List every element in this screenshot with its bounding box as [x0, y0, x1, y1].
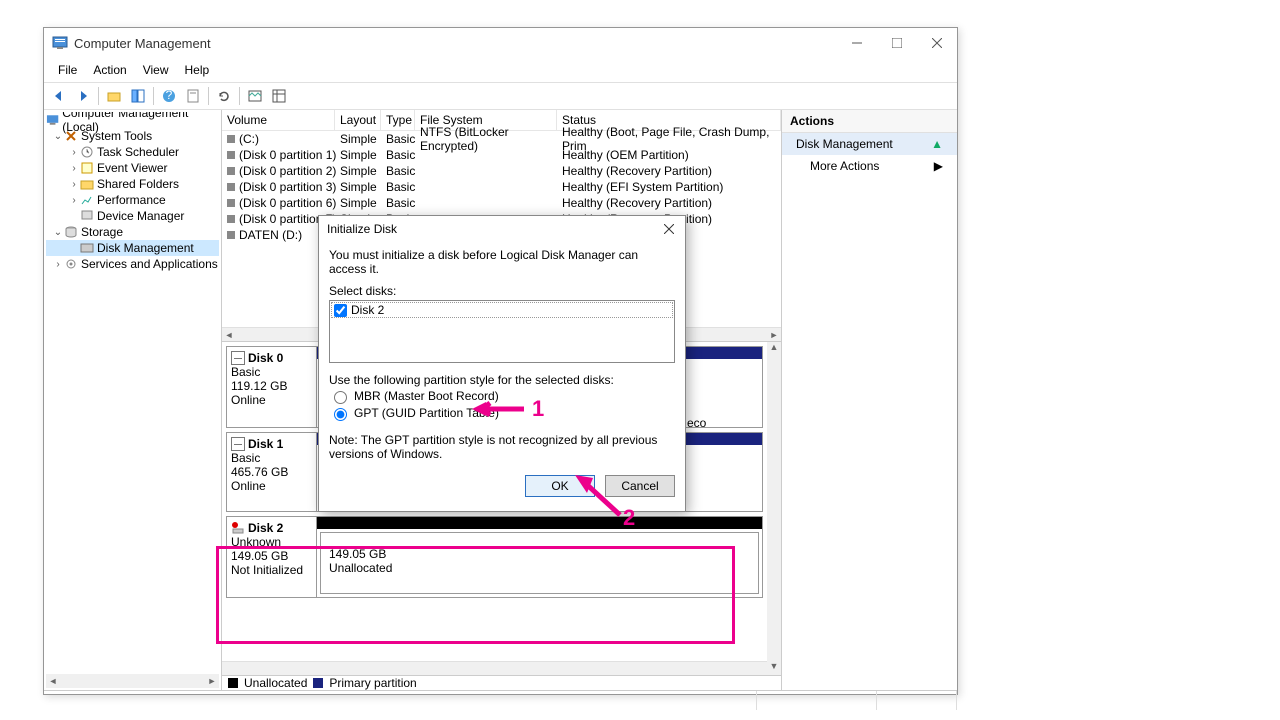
actions-pane: Actions Disk Management▲ More Actions▶	[782, 110, 957, 690]
menu-help[interactable]: Help	[177, 60, 218, 80]
show-hide-tree-button[interactable]	[127, 85, 149, 107]
forward-button[interactable]	[72, 85, 94, 107]
app-icon	[52, 35, 68, 51]
disk-2-info: Disk 2 Unknown 149.05 GB Not Initialized	[227, 517, 317, 597]
expand-icon[interactable]: ›	[52, 259, 64, 270]
legend-unallocated-swatch	[228, 678, 238, 688]
tree-scrollbar[interactable]: ◄►	[46, 674, 219, 688]
dialog-message: You must initialize a disk before Logica…	[329, 248, 675, 276]
uninitialized-disk-icon	[231, 521, 245, 535]
initialize-disk-dialog: Initialize Disk You must initialize a di…	[318, 215, 686, 512]
tree-device-manager[interactable]: Device Manager	[97, 209, 184, 223]
navigation-tree[interactable]: Computer Management (Local) ⌄System Tool…	[44, 110, 222, 690]
col-volume[interactable]: Volume	[222, 110, 335, 130]
partition-eco-label: eco	[687, 416, 706, 430]
disk-2-checkbox-item[interactable]: Disk 2	[331, 302, 673, 318]
svg-text:?: ?	[166, 89, 173, 102]
refresh-button[interactable]	[213, 85, 235, 107]
status-bar	[44, 690, 957, 710]
legend: Unallocated Primary partition	[222, 675, 781, 690]
menu-view[interactable]: View	[135, 60, 177, 80]
toolbar: ?	[44, 82, 957, 110]
tree-services-apps[interactable]: Services and Applications	[81, 257, 218, 271]
collapse-icon[interactable]: ⌄	[52, 131, 64, 142]
annotation-number-2: 2	[623, 505, 635, 531]
volume-row[interactable]: (Disk 0 partition 3)SimpleBasicHealthy (…	[222, 179, 781, 195]
tools-icon	[64, 129, 78, 143]
computer-icon	[46, 113, 59, 127]
help-button[interactable]: ?	[158, 85, 180, 107]
volume-row[interactable]: (Disk 0 partition 6)SimpleBasicHealthy (…	[222, 195, 781, 211]
menu-bar: File Action View Help	[44, 58, 957, 82]
disk-0-info: Disk 0 Basic 119.12 GB Online	[227, 347, 317, 427]
actions-title: Actions	[782, 110, 957, 133]
tree-disk-management[interactable]: Disk Management	[97, 241, 194, 255]
legend-primary-swatch	[313, 678, 323, 688]
volume-row[interactable]: (Disk 0 partition 2)SimpleBasicHealthy (…	[222, 163, 781, 179]
tree-storage[interactable]: Storage	[81, 225, 123, 239]
collapse-icon: ▲	[931, 137, 943, 151]
disk-2-unallocated[interactable]: 149.05 GB Unallocated	[317, 517, 762, 597]
disk-2-checkbox[interactable]	[334, 304, 347, 317]
partition-style-label: Use the following partition style for th…	[329, 373, 675, 387]
disk-view-scrollbar[interactable]: ▲▼	[767, 342, 781, 675]
disk-selection-list[interactable]: Disk 2	[329, 300, 675, 363]
expand-icon[interactable]: ›	[68, 147, 80, 158]
storage-icon	[64, 225, 78, 239]
tree-performance[interactable]: Performance	[97, 193, 166, 207]
select-disks-label: Select disks:	[329, 284, 675, 298]
disk-1-info: Disk 1 Basic 465.76 GB Online	[227, 433, 317, 511]
col-type[interactable]: Type	[381, 110, 415, 130]
actions-more[interactable]: More Actions▶	[782, 155, 957, 177]
tree-system-tools[interactable]: System Tools	[81, 129, 152, 143]
annotation-arrow-1: 1	[472, 396, 544, 422]
dialog-close-button[interactable]	[661, 221, 677, 237]
volume-row[interactable]: (C:)SimpleBasicNTFS (BitLocker Encrypted…	[222, 131, 781, 147]
menu-file[interactable]: File	[50, 60, 85, 80]
disk-2-block[interactable]: Disk 2 Unknown 149.05 GB Not Initialized…	[226, 516, 763, 598]
tree-shared-folders[interactable]: Shared Folders	[97, 177, 179, 191]
disk-icon	[80, 241, 94, 255]
minimize-button[interactable]	[837, 28, 877, 58]
maximize-button[interactable]	[877, 28, 917, 58]
event-icon	[80, 161, 94, 175]
gpt-note: Note: The GPT partition style is not rec…	[329, 433, 675, 461]
collapse-icon[interactable]: ⌄	[52, 227, 64, 238]
col-layout[interactable]: Layout	[335, 110, 381, 130]
back-button[interactable]	[48, 85, 70, 107]
expand-icon[interactable]: ›	[68, 163, 80, 174]
device-icon	[80, 209, 94, 223]
dialog-title: Initialize Disk	[327, 222, 661, 236]
menu-action[interactable]: Action	[85, 60, 134, 80]
title-bar: Computer Management	[44, 28, 957, 58]
expand-icon[interactable]: ›	[68, 179, 80, 190]
disk-icon	[231, 437, 245, 451]
annotation-arrow-2	[575, 475, 625, 522]
tree-task-scheduler[interactable]: Task Scheduler	[97, 145, 179, 159]
clock-icon	[80, 145, 94, 159]
actions-disk-management[interactable]: Disk Management▲	[782, 133, 957, 155]
up-folder-button[interactable]	[103, 85, 125, 107]
expand-icon[interactable]: ›	[68, 195, 80, 206]
disk-icon	[231, 351, 245, 365]
submenu-icon: ▶	[934, 159, 943, 173]
tree-event-viewer[interactable]: Event Viewer	[97, 161, 167, 175]
close-button[interactable]	[917, 28, 957, 58]
list-view-button[interactable]	[244, 85, 266, 107]
services-icon	[64, 257, 78, 271]
performance-icon	[80, 193, 94, 207]
properties-button[interactable]	[182, 85, 204, 107]
window-title: Computer Management	[74, 36, 837, 51]
folder-icon	[80, 177, 94, 191]
detail-view-button[interactable]	[268, 85, 290, 107]
